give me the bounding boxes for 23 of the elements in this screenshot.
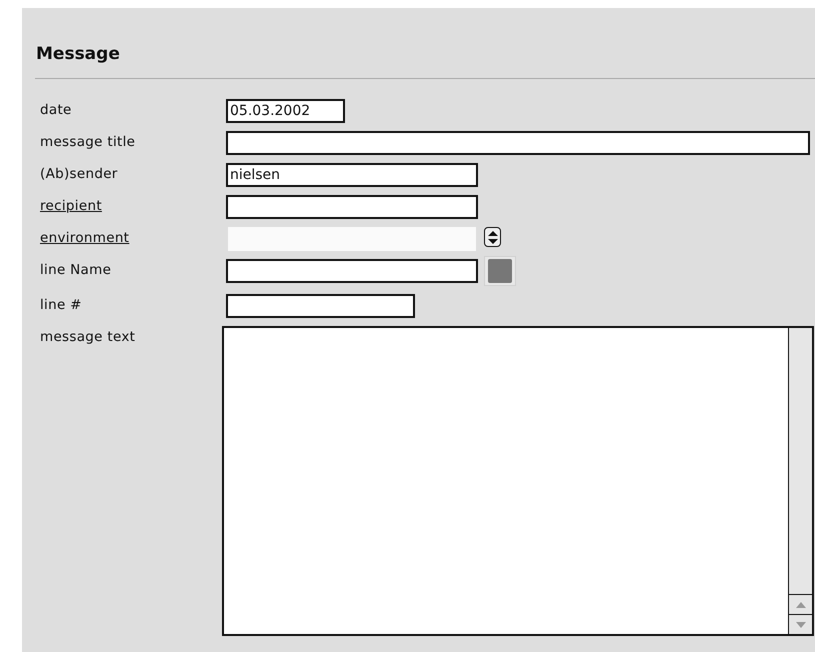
field-label: message text xyxy=(40,328,136,347)
field-link[interactable]: environment xyxy=(40,227,226,249)
input-field[interactable] xyxy=(226,294,415,318)
down-arrow-icon xyxy=(796,622,806,628)
input-field[interactable]: 05.03.2002 xyxy=(226,99,345,123)
color-well[interactable] xyxy=(484,256,516,286)
popup-field[interactable] xyxy=(228,227,476,251)
field-label: date xyxy=(40,101,73,120)
field-link[interactable]: recipient xyxy=(40,195,226,217)
scroll-bar[interactable] xyxy=(788,328,812,634)
input-field[interactable] xyxy=(226,259,478,283)
field-label: line # xyxy=(40,296,83,315)
field-label: line Name xyxy=(40,261,112,280)
section-title: Message xyxy=(36,44,121,64)
input-field[interactable]: nielsen xyxy=(226,163,478,187)
text-area[interactable] xyxy=(222,326,814,636)
up-down-arrows-icon xyxy=(488,230,498,244)
up-arrow-icon xyxy=(796,602,806,608)
field-label: (Ab)sender xyxy=(40,165,119,184)
input-field[interactable] xyxy=(226,131,810,155)
input-field[interactable] xyxy=(226,195,478,219)
field-label: message title xyxy=(40,133,136,152)
stepper-button[interactable] xyxy=(484,227,501,247)
